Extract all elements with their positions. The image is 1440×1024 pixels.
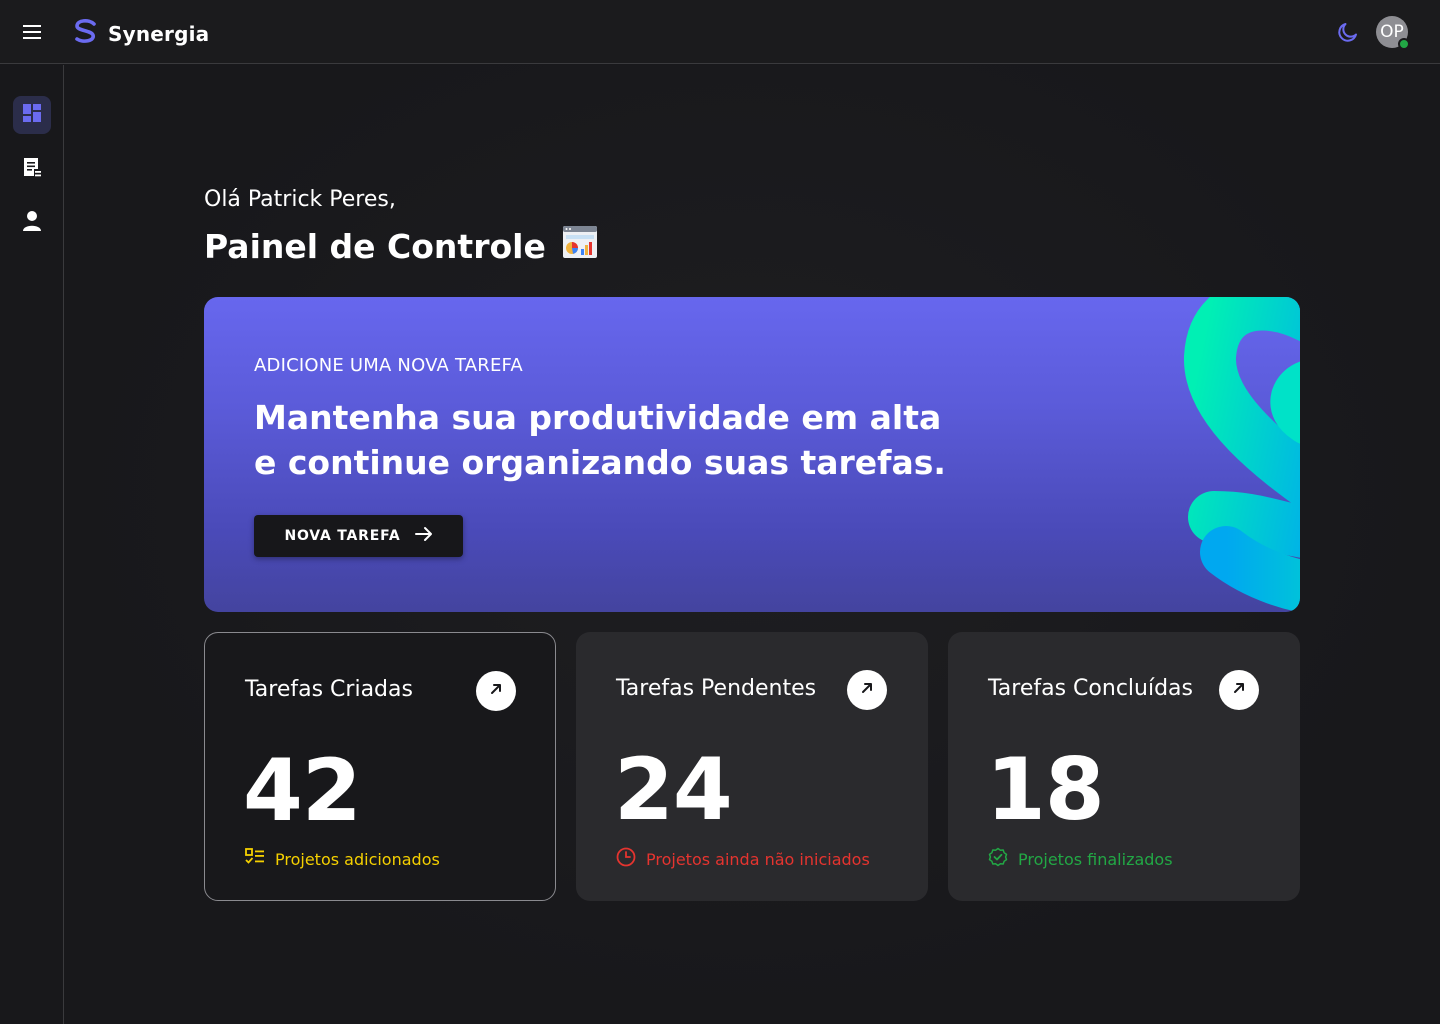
dashboard-icon xyxy=(22,103,42,127)
page-title: Painel de Controle xyxy=(204,225,598,267)
avatar[interactable]: OP xyxy=(1376,16,1410,50)
card-footer-text: Projetos adicionados xyxy=(275,849,440,869)
card-title: Tarefas Criadas xyxy=(245,677,413,702)
user-icon xyxy=(22,210,42,236)
banner-headline: Mantenha sua produtividade em alta e con… xyxy=(254,398,946,482)
card-value: 18 xyxy=(986,740,1105,840)
app-logo[interactable]: Synergia xyxy=(72,18,209,50)
dashboard-chart-icon xyxy=(562,225,598,267)
card-footer: Projetos finalizados xyxy=(988,847,1173,871)
page-title-text: Painel de Controle xyxy=(204,226,546,266)
card-footer-text: Projetos ainda não iniciados xyxy=(646,849,870,869)
card-tasks-pending: Tarefas Pendentes 24 Projetos ainda não … xyxy=(576,632,928,901)
open-card-button[interactable] xyxy=(476,671,516,711)
greeting: Olá Patrick Peres, xyxy=(204,187,396,212)
app-name: Synergia xyxy=(108,22,210,46)
document-list-icon xyxy=(22,156,42,182)
card-footer-text: Projetos finalizados xyxy=(1018,849,1173,869)
sidebar-item-dashboard[interactable] xyxy=(13,96,51,134)
main-content: Olá Patrick Peres, Painel de Controle AD… xyxy=(65,65,1440,1024)
arrow-up-right-icon xyxy=(859,680,875,700)
online-status-dot xyxy=(1398,38,1410,50)
card-footer: Projetos ainda não iniciados xyxy=(616,847,870,871)
card-tasks-completed: Tarefas Concluídas 18 Projetos finalizad… xyxy=(948,632,1300,901)
synergia-logo-icon xyxy=(72,18,100,50)
top-bar: Synergia OP xyxy=(0,0,1440,64)
new-task-banner: ADICIONE UMA NOVA TAREFA Mantenha sua pr… xyxy=(204,297,1300,612)
card-footer: Projetos adicionados xyxy=(245,848,440,870)
sidebar-item-profile[interactable] xyxy=(13,204,51,242)
checklist-icon xyxy=(245,848,265,870)
card-tasks-created: Tarefas Criadas 42 Projetos adicionados xyxy=(204,632,556,901)
arrow-up-right-icon xyxy=(1231,680,1247,700)
new-task-button[interactable]: NOVA TAREFA xyxy=(254,515,463,557)
card-value: 42 xyxy=(243,741,362,841)
sidebar-item-tasks[interactable] xyxy=(13,150,51,188)
arrow-right-icon xyxy=(414,526,433,546)
arrow-up-right-icon xyxy=(488,681,504,701)
banner-kicker: ADICIONE UMA NOVA TAREFA xyxy=(254,355,523,376)
open-card-button[interactable] xyxy=(1219,670,1259,710)
open-card-button[interactable] xyxy=(847,670,887,710)
clock-icon xyxy=(616,847,636,871)
new-task-button-label: NOVA TAREFA xyxy=(284,528,401,544)
synergia-brand-shape xyxy=(964,297,1300,612)
sidebar xyxy=(0,65,64,1024)
card-title: Tarefas Concluídas xyxy=(988,676,1193,701)
moon-icon[interactable] xyxy=(1336,20,1360,44)
card-title: Tarefas Pendentes xyxy=(616,676,817,701)
verified-check-icon xyxy=(988,847,1008,871)
card-value: 24 xyxy=(614,740,733,840)
hamburger-menu-icon[interactable] xyxy=(20,20,44,44)
